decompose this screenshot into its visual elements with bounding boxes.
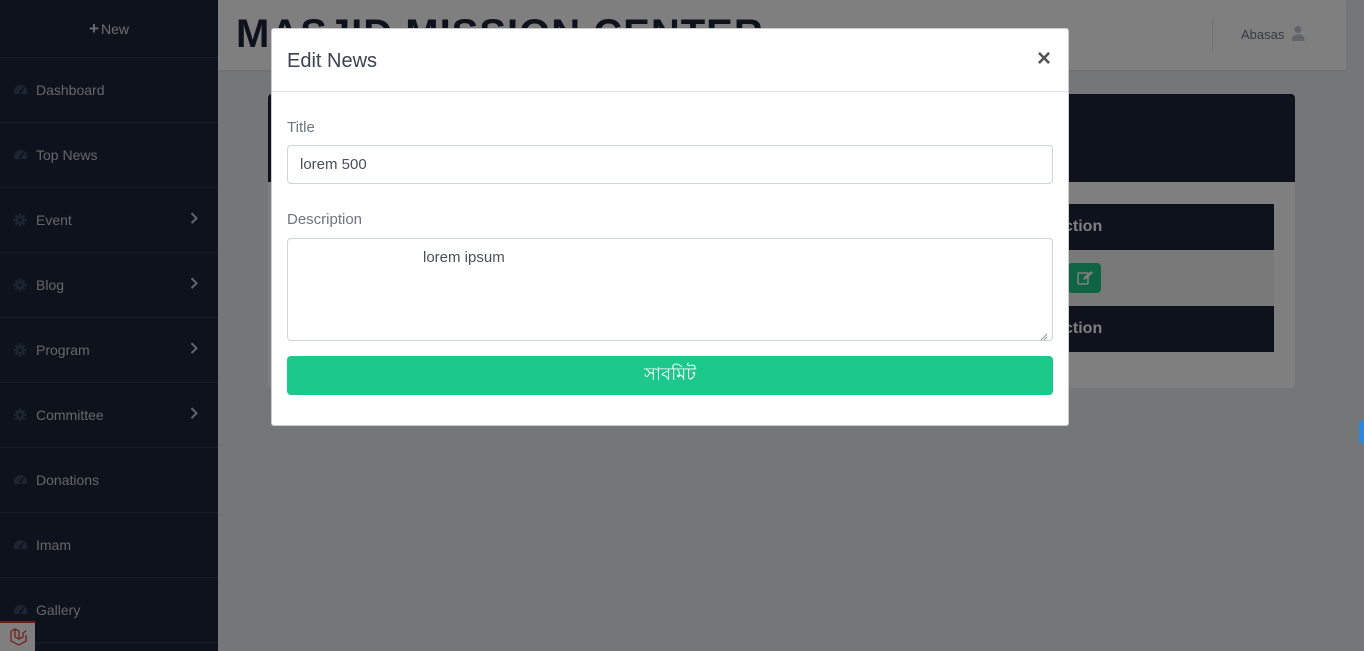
submit-button[interactable]: সাবমিট — [287, 356, 1053, 395]
resize-grip-icon[interactable] — [1040, 328, 1048, 346]
edit-news-modal: Edit News × Title Description lorem ipsu… — [271, 28, 1069, 426]
scrollbar-indicator — [1359, 421, 1364, 443]
modal-title: Edit News — [287, 50, 378, 72]
title-input[interactable] — [287, 145, 1053, 184]
description-textarea[interactable]: lorem ipsum — [287, 238, 1053, 341]
modal-header: Edit News × — [272, 29, 1068, 92]
close-icon[interactable]: × — [1037, 47, 1051, 71]
description-label: Description — [287, 211, 363, 228]
title-label: Title — [287, 119, 315, 136]
